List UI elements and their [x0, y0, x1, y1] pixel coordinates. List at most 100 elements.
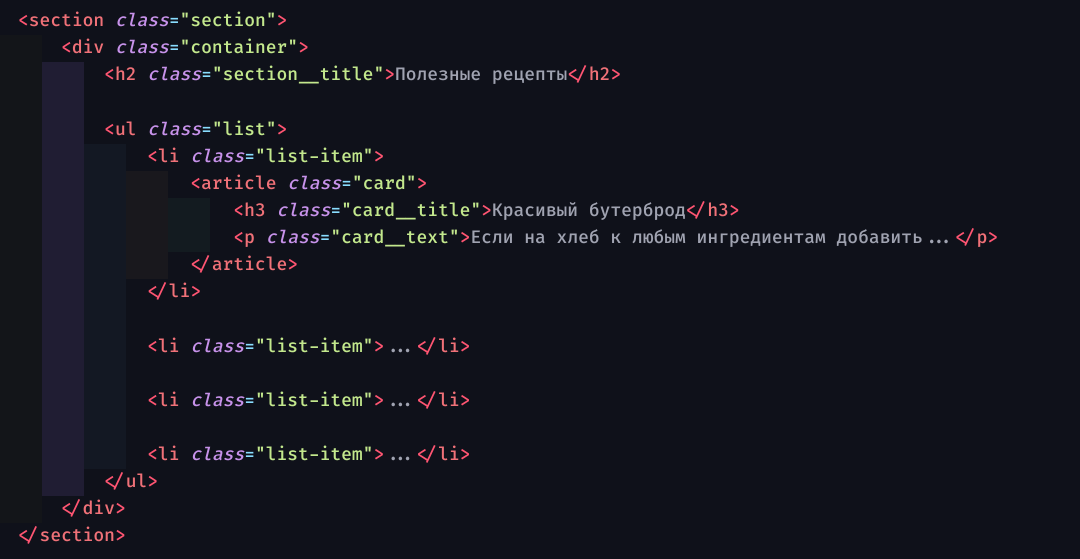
token-brk: <	[190, 174, 201, 195]
token-tag: h2	[115, 65, 137, 86]
token-str: "section"	[180, 11, 277, 32]
token-brk: >	[481, 201, 492, 222]
token-tag: p	[244, 228, 255, 249]
token-txt	[266, 201, 277, 222]
code-content: <h3 class="card__title">Красивый бутербр…	[0, 201, 740, 222]
code-content: <h2 class="section__title">Полезные реце…	[0, 65, 621, 86]
token-tag: h3	[707, 201, 729, 222]
token-brk: <	[147, 147, 158, 168]
code-line[interactable]: <h3 class="card__title">Красивый бутербр…	[0, 198, 1080, 225]
token-brk: >	[115, 499, 126, 520]
token-brk: </	[417, 391, 439, 412]
token-eq: =	[244, 391, 255, 412]
code-line[interactable]: <div class="container">	[0, 35, 1080, 62]
token-brk: </	[190, 255, 212, 276]
token-tag: h2	[589, 65, 611, 86]
token-str: "list"	[212, 120, 277, 141]
token-eq: =	[169, 38, 180, 59]
code-line[interactable]: <p class="card__text" > Если на хлеб к люб…	[0, 225, 1080, 252]
token-brk: <	[147, 337, 158, 358]
code-content	[0, 418, 29, 439]
token-eq: =	[341, 174, 352, 195]
token-brk: >	[277, 11, 288, 32]
code-line[interactable]: <article class="card">	[0, 171, 1080, 198]
token-tag: li	[438, 337, 460, 358]
token-attr: class	[277, 201, 331, 222]
code-content: <section class="section">	[0, 11, 287, 32]
code-line[interactable]: <section class="section">	[0, 8, 1080, 35]
token-attr: class	[147, 65, 201, 86]
code-content: <li class="list-item">...</li>	[0, 445, 470, 466]
token-txt: ...	[384, 337, 416, 358]
code-content: </div>	[0, 499, 126, 520]
token-brk: <	[147, 445, 158, 466]
token-attr: class	[115, 38, 169, 59]
token-txt: ...	[384, 445, 416, 466]
token-txt: Если на хлеб к любым ингредиентам добави…	[470, 228, 955, 249]
token-tag: section	[29, 11, 104, 32]
token-attr: class	[190, 147, 244, 168]
code-content: <li class="list-item">	[0, 147, 384, 168]
token-brk: >	[147, 472, 158, 493]
token-str: "list-item"	[255, 445, 373, 466]
token-brk: <	[147, 391, 158, 412]
token-brk: >	[384, 65, 395, 86]
token-tag: div	[83, 499, 115, 520]
token-brk: >	[460, 337, 471, 358]
token-attr: class	[266, 228, 320, 249]
token-brk: >	[460, 391, 471, 412]
token-tag: li	[438, 391, 460, 412]
token-brk: >	[729, 201, 740, 222]
token-attr: class	[115, 11, 169, 32]
token-brk: >	[460, 445, 471, 466]
code-line[interactable]: <li class="list-item">...</li>	[0, 388, 1080, 415]
code-content: <ul class="list">	[0, 120, 287, 141]
token-str: "container"	[180, 38, 298, 59]
token-tag: li	[158, 147, 180, 168]
code-line[interactable]: <h2 class="section__title">Полезные реце…	[0, 62, 1080, 89]
token-txt	[276, 174, 287, 195]
code-editor[interactable]: <section class="section"> <div class="co…	[0, 8, 1080, 551]
token-brk: </	[61, 499, 83, 520]
token-eq: =	[169, 11, 180, 32]
token-tag: li	[158, 391, 180, 412]
code-line[interactable]	[0, 361, 1080, 388]
code-line[interactable]: <li class="list-item">	[0, 144, 1080, 171]
token-tag: article	[212, 255, 287, 276]
token-brk: </	[417, 337, 439, 358]
token-brk: >	[373, 445, 384, 466]
code-line[interactable]: </li>	[0, 279, 1080, 306]
code-line[interactable]: <li class="list-item">...</li>	[0, 334, 1080, 361]
code-content	[0, 92, 29, 113]
code-line[interactable]: </article>	[0, 252, 1080, 279]
code-content: <article class="card">	[0, 174, 427, 195]
token-str: "list-item"	[255, 147, 373, 168]
code-line[interactable]	[0, 89, 1080, 116]
token-txt: Полезные рецепты	[395, 65, 567, 86]
code-line[interactable]: <ul class="list">	[0, 117, 1080, 144]
token-txt	[104, 11, 115, 32]
code-line[interactable]	[0, 415, 1080, 442]
code-content: <div class="container">	[0, 38, 309, 59]
token-txt	[180, 147, 191, 168]
token-brk: <	[18, 11, 29, 32]
code-line[interactable]: </div>	[0, 496, 1080, 523]
token-attr: class	[287, 174, 341, 195]
token-brk: </	[147, 282, 169, 303]
token-eq: =	[320, 228, 331, 249]
code-line[interactable]	[0, 306, 1080, 333]
token-txt: ...	[384, 391, 416, 412]
code-line[interactable]: </ul>	[0, 469, 1080, 496]
token-brk: >	[987, 228, 998, 249]
token-brk: <	[233, 228, 244, 249]
code-line[interactable]: <li class="list-item">...</li>	[0, 442, 1080, 469]
token-brk: </	[104, 472, 126, 493]
token-str: "card__title"	[341, 201, 481, 222]
token-tag: li	[158, 337, 180, 358]
code-content	[0, 309, 29, 330]
token-brk: </	[686, 201, 708, 222]
token-brk: </	[567, 65, 589, 86]
token-eq: =	[244, 337, 255, 358]
token-tag: article	[201, 174, 276, 195]
token-str: "card__text"	[330, 228, 459, 249]
